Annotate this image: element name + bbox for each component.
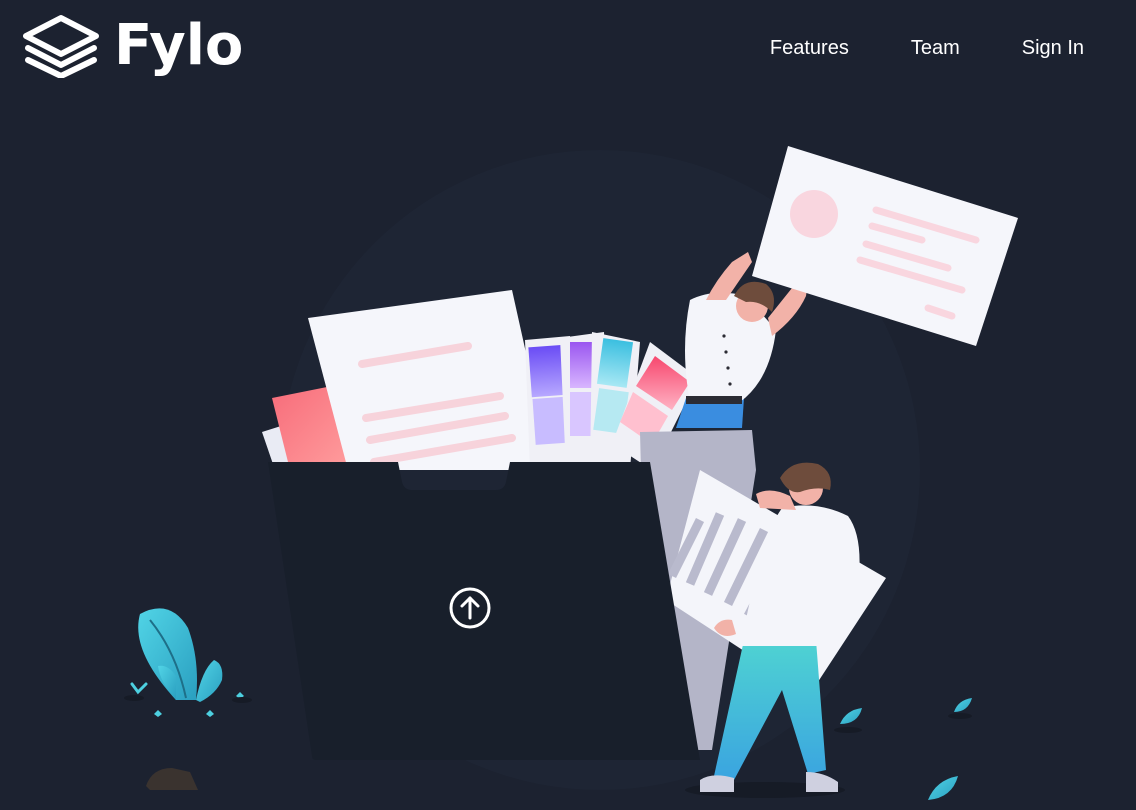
brand-logo-link[interactable]: Fylo [22, 14, 243, 78]
nav-link-team[interactable]: Team [911, 35, 960, 61]
stone [146, 768, 198, 790]
small-leaves [834, 698, 972, 800]
document-sheet [308, 290, 552, 470]
main-nav: Features Team Sign In [770, 35, 1084, 61]
folder-front [268, 462, 700, 760]
plant [124, 608, 252, 717]
landing-page: Fylo Features Team Sign In [0, 0, 1136, 810]
hero-illustration [124, 146, 1018, 800]
stacked-layers-icon [23, 15, 99, 78]
site-header: Fylo Features Team Sign In [0, 0, 1136, 100]
brand-name: Fylo [114, 13, 244, 78]
nav-link-sign-in[interactable]: Sign In [1022, 35, 1084, 61]
nav-link-features[interactable]: Features [770, 35, 849, 61]
